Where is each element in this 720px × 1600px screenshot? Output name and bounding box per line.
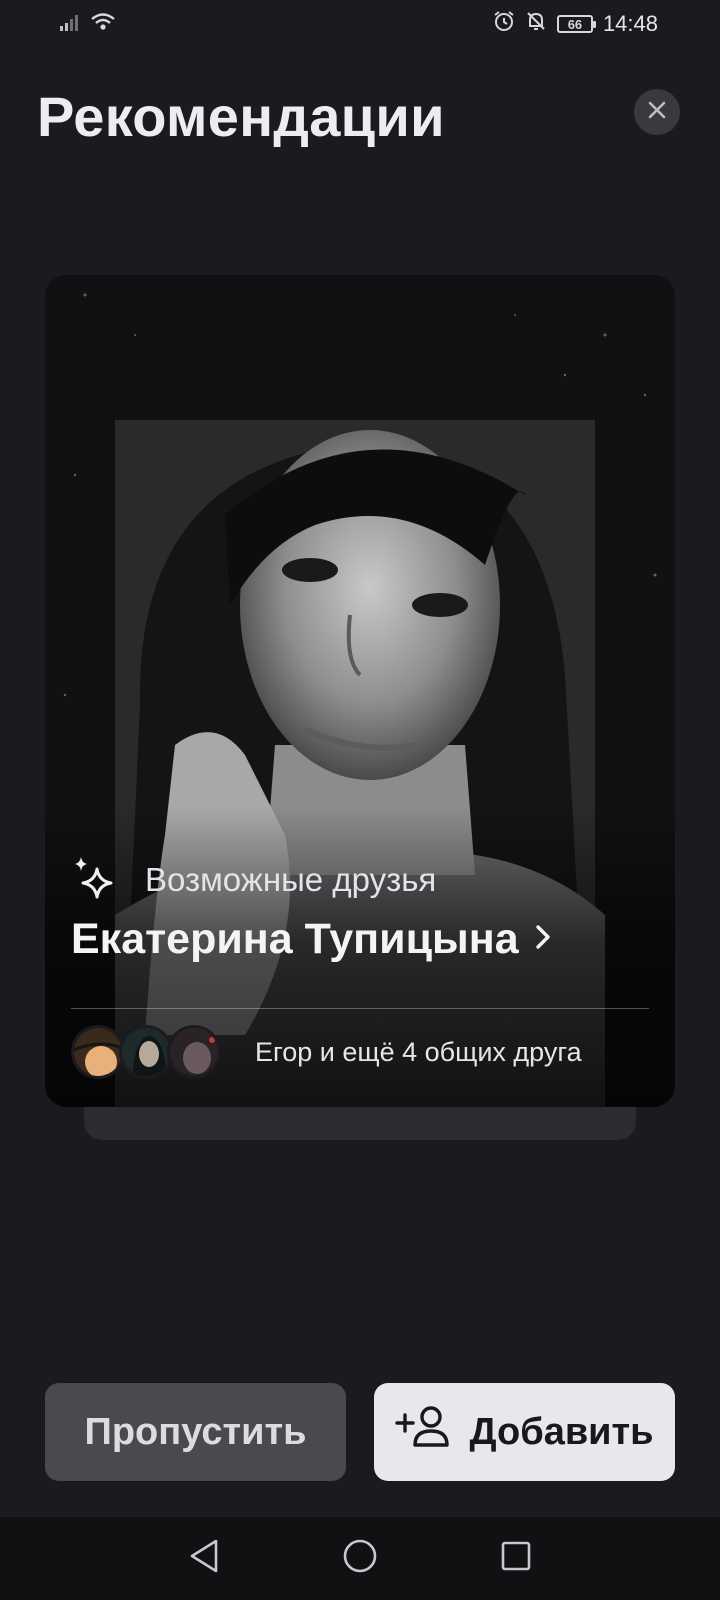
sparkle-icon [71,855,119,908]
system-nav-bar [0,1517,720,1600]
recents-icon [500,1540,532,1577]
mutual-friends[interactable]: Егор и ещё 4 общих друга [71,1025,582,1079]
status-bar: 66 14:48 [0,0,720,48]
avatar [167,1025,221,1079]
battery-icon: 66 [556,15,596,33]
wifi-icon [90,12,116,37]
add-friend-button[interactable]: Добавить [374,1383,675,1481]
mutual-avatars [71,1025,221,1079]
mutual-friends-text: Егор и ещё 4 общих друга [255,1036,582,1067]
clock: 14:48 [602,11,658,36]
home-button[interactable] [338,1537,382,1581]
alarm-icon [493,10,515,38]
home-icon [342,1538,378,1579]
skip-button-label: Пропустить [84,1410,307,1453]
avatar [119,1025,173,1079]
recommendation-card[interactable]: Возможные друзья Екатерина Тупицына Егор… [45,275,675,1107]
back-icon [188,1538,220,1579]
divider [71,1008,649,1009]
add-user-icon [395,1405,451,1459]
close-icon [647,100,667,125]
add-button-label: Добавить [469,1410,654,1453]
recents-button[interactable] [494,1537,538,1581]
bell-muted-icon [525,10,547,38]
avatar [71,1025,125,1079]
profile-name-link[interactable]: Екатерина Тупицына [71,915,553,964]
profile-name: Екатерина Тупицына [71,915,519,963]
page-title: Рекомендации [37,85,445,148]
skip-button[interactable]: Пропустить [45,1383,346,1481]
chevron-right-icon [533,922,553,957]
back-button[interactable] [182,1537,226,1581]
signal-icon [60,13,82,36]
close-button[interactable] [634,89,680,135]
recommendation-reason: Возможные друзья [145,861,437,898]
